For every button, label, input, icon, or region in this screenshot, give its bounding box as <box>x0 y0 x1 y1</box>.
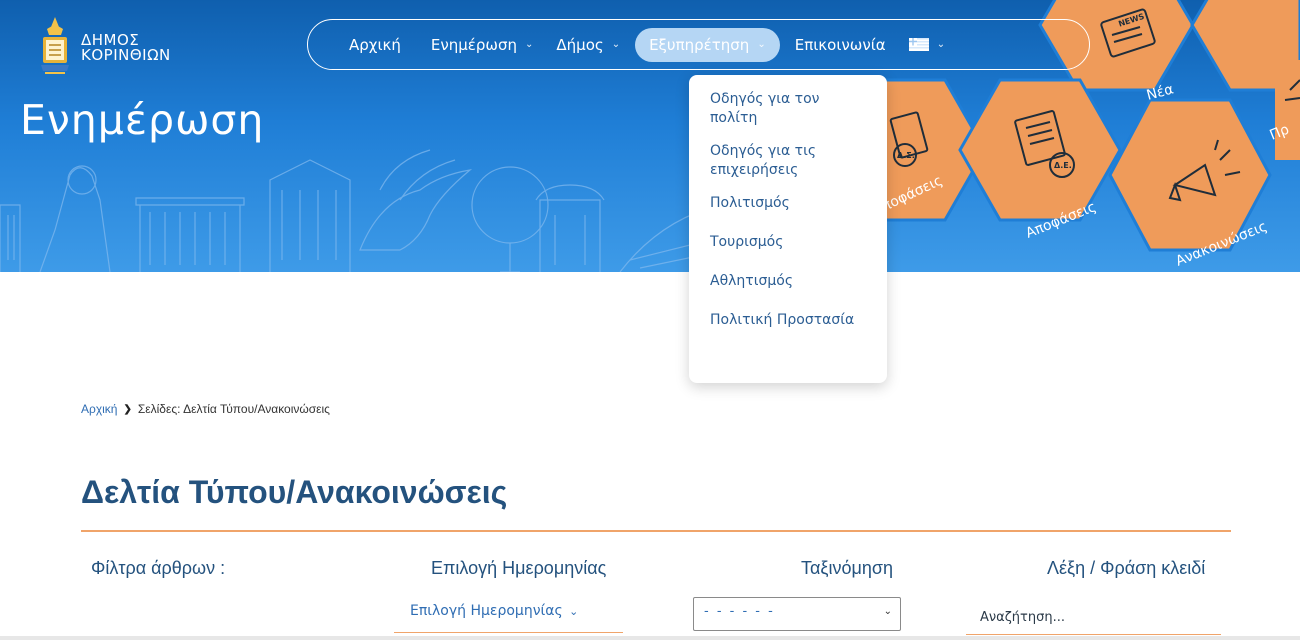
chevron-down-icon: ⌄ <box>883 606 892 617</box>
crest-icon <box>41 17 69 74</box>
breadcrumb-home-link[interactable]: Αρχική <box>81 402 117 416</box>
nav-item-news[interactable]: Ενημέρωση ⌄ <box>423 28 542 62</box>
hero-title: Ενημέρωση <box>20 96 265 144</box>
main-nav: Αρχική Ενημέρωση ⌄ Δήμος ⌄ Εξυπηρέτηση ⌄… <box>307 19 1090 70</box>
nav-item-contact[interactable]: Επικοινωνία <box>787 28 894 62</box>
nav-label: Αρχική <box>349 35 401 54</box>
municipality-logo[interactable]: ΔΗΜΟΣ ΚΟΡΙΝΘΙΩΝ <box>37 14 227 80</box>
nav-item-municipality[interactable]: Δήμος ⌄ <box>548 28 628 62</box>
chevron-down-icon: ⌄ <box>936 39 946 50</box>
keyword-search-input[interactable] <box>966 600 1221 635</box>
logo-text: ΔΗΜΟΣ ΚΟΡΙΝΘΙΩΝ <box>81 33 171 63</box>
chevron-down-icon: ⌄ <box>569 605 579 618</box>
nav-item-home[interactable]: Αρχική <box>341 28 409 62</box>
nav-label: Ενημέρωση <box>430 35 517 54</box>
breadcrumb-current: Σελίδες: Δελτία Τύπου/Ανακοινώσεις <box>137 402 330 416</box>
greek-flag-icon <box>908 38 929 51</box>
logo-line2: ΚΟΡΙΝΘΙΩΝ <box>81 46 171 64</box>
date-filter-label: Επιλογή Ημερομηνίας <box>431 558 607 578</box>
menu-item-tourism[interactable]: Τουρισμός <box>710 233 867 252</box>
language-selector[interactable]: ⌄ <box>901 28 953 62</box>
breadcrumb: Αρχική ❯ Σελίδες: Δελτία Τύπου/Ανακοινώσ… <box>81 402 330 416</box>
chevron-down-icon: ⌄ <box>525 39 534 50</box>
menu-item-civil-protection[interactable]: Πολιτική Προστασία <box>710 311 867 330</box>
title-divider <box>81 530 1231 532</box>
sort-select[interactable]: - - - - - - ⌄ <box>693 597 901 631</box>
nav-item-services[interactable]: Εξυπηρέτηση ⌄ <box>635 27 780 62</box>
nav-label: Επικοινωνία <box>794 35 886 54</box>
menu-item-business-guide[interactable]: Οδηγός για τις επιχειρήσεις <box>710 142 867 180</box>
filters-label: Φίλτρα άρθρων : <box>91 558 226 578</box>
keyword-label: Λέξη / Φράση κλειδί <box>1047 558 1206 578</box>
nav-label: Εξυπηρέτηση <box>649 35 750 54</box>
menu-item-citizen-guide[interactable]: Οδηγός για τον πολίτη <box>710 90 867 128</box>
chevron-down-icon: ⌄ <box>611 39 621 50</box>
date-select-value: Επιλογή Ημερομηνίας <box>410 603 563 619</box>
tile-badge: Δ.Σ. <box>897 151 915 160</box>
chevron-down-icon: ⌄ <box>757 39 766 50</box>
sort-select-value: - - - - - - <box>704 604 775 619</box>
tile-badge: Δ.Ε. <box>1054 161 1072 170</box>
date-picker-select[interactable]: Επιλογή Ημερομηνίας ⌄ <box>394 601 623 633</box>
nav-label: Δήμος <box>556 35 604 54</box>
menu-item-culture[interactable]: Πολιτισμός <box>710 194 867 213</box>
sort-label: Ταξινόμηση <box>801 558 893 578</box>
breadcrumb-separator-icon: ❯ <box>123 403 132 415</box>
page-title: Δελτία Τύπου/Ανακοινώσεις <box>81 474 508 510</box>
services-dropdown-menu: Οδηγός για τον πολίτη Οδηγός για τις επι… <box>689 75 887 383</box>
menu-item-sports[interactable]: Αθλητισμός <box>710 272 867 291</box>
bottom-scroll-edge <box>0 636 1300 640</box>
